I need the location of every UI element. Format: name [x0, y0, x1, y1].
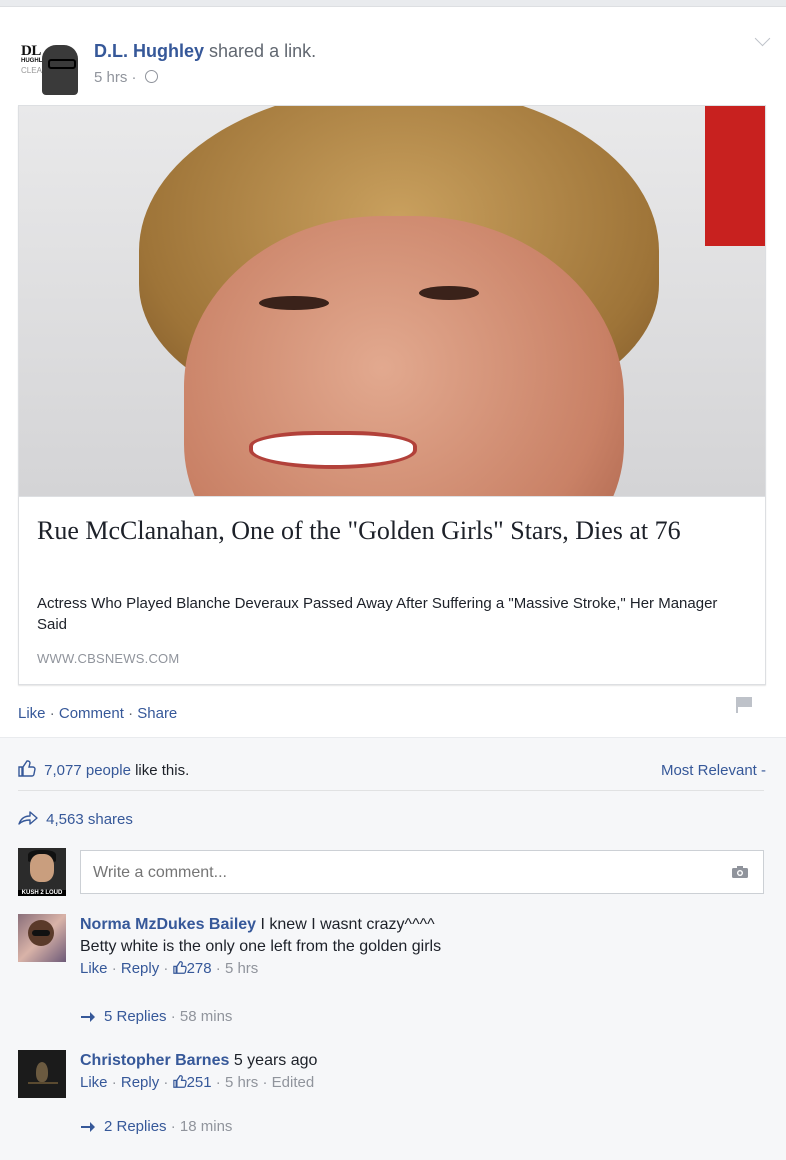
photo-smile	[249, 431, 417, 469]
commenter-owl	[36, 1062, 48, 1082]
avatar-photo	[42, 45, 78, 95]
thumbs-up-icon	[18, 760, 36, 777]
globe-icon[interactable]	[144, 70, 158, 83]
comment-meta: Like · Reply · 251 · 5 hrs · Edited	[80, 1074, 315, 1091]
time-separator: ·	[127, 69, 141, 86]
replies-sep: ·	[166, 1118, 180, 1135]
replies-time: 58 mins	[179, 1008, 233, 1025]
comment-body: Christopher Barnes 5 years ago Like · Re…	[80, 1050, 317, 1094]
sort-label: Most Relevant	[660, 762, 757, 779]
replies-count[interactable]: 2 Replies	[104, 1118, 167, 1135]
replies-toggle[interactable]: 2 Replies · 18 mins	[80, 1118, 232, 1135]
comment-like-count[interactable]: 251	[187, 1074, 212, 1091]
comment-like-link[interactable]: Like	[80, 1074, 108, 1091]
comment-composer[interactable]	[80, 850, 764, 895]
comment-body: Norma MzDukes Bailey I knew I wasnt craz…	[80, 914, 441, 980]
like-action[interactable]: Like	[18, 705, 46, 722]
flag-icon[interactable]	[736, 697, 752, 713]
link-domain: WWW.CBSNEWS.COM	[37, 651, 180, 666]
background-sign	[705, 106, 765, 246]
comment-sort-dropdown[interactable]: Most Relevant -	[661, 762, 766, 779]
comment-text-line1: 5 years ago	[229, 1052, 318, 1069]
share-arrow-icon	[18, 811, 38, 825]
reply-arrow-icon	[81, 1121, 95, 1132]
chevron-down-icon[interactable]	[754, 30, 771, 47]
comment-like-link[interactable]: Like	[80, 960, 108, 977]
comment-meta: Like · Reply · 278 · 5 hrs	[80, 960, 259, 977]
commenter-sunglasses	[32, 930, 50, 936]
avatar-glasses	[48, 59, 76, 69]
post-actions: Like · Comment · Share	[18, 705, 177, 722]
photo-eye-right	[419, 286, 479, 300]
thumbs-up-icon	[172, 961, 187, 974]
link-preview-image[interactable]	[19, 106, 765, 496]
replies-time: 18 mins	[179, 1118, 233, 1135]
viewer-avatar[interactable]: KUSH 2 LOUD	[18, 848, 66, 896]
post-timestamp[interactable]: 5 hrs	[94, 69, 127, 86]
comment-text-line1: I knew I wasnt crazy^^^^	[256, 916, 435, 933]
likes-count-link[interactable]: 7,077 people	[44, 762, 131, 779]
divider	[18, 790, 764, 791]
action-sep: ·	[45, 705, 59, 722]
comment-time[interactable]: 5 hrs	[225, 1074, 258, 1091]
comment-input[interactable]	[91, 851, 695, 895]
feed-story: DL HUGHLEY CLEAR D.L. Hughley shared a l…	[0, 6, 786, 1160]
commenter-avatar[interactable]	[18, 1050, 66, 1098]
author-name[interactable]: D.L. Hughley	[94, 41, 204, 61]
photo-eye-left	[259, 296, 329, 310]
comment-reply-link[interactable]: Reply	[121, 1074, 159, 1091]
comment-author[interactable]: Norma MzDukes Bailey	[80, 916, 256, 933]
replies-count[interactable]: 5 Replies	[104, 1008, 167, 1025]
author-line: D.L. Hughley shared a link.	[94, 41, 316, 62]
comment-like-count[interactable]: 278	[187, 960, 212, 977]
link-description: Actress Who Played Blanche Deveraux Pass…	[37, 595, 718, 633]
commenter-avatar[interactable]	[18, 914, 66, 962]
viewer-avatar-tag: KUSH 2 LOUD	[18, 890, 66, 896]
post-action: shared a link.	[209, 41, 317, 61]
flag-cloth	[738, 697, 752, 707]
sort-caret: -	[756, 762, 766, 779]
thumbs-up-icon	[172, 1075, 187, 1088]
link-preview-body[interactable]: Rue McClanahan, One of the "Golden Girls…	[19, 496, 765, 684]
link-title[interactable]: Rue McClanahan, One of the "Golden Girls…	[37, 515, 737, 547]
shares-summary[interactable]: 4,563 shares	[18, 810, 133, 828]
replies-toggle[interactable]: 5 Replies · 58 mins	[80, 1008, 232, 1025]
camera-icon[interactable]	[731, 865, 749, 879]
replies-sep: ·	[166, 1008, 180, 1025]
likes-suffix: like this.	[130, 762, 190, 779]
comment-reply-link[interactable]: Reply	[121, 960, 159, 977]
comment-action[interactable]: Comment	[59, 705, 124, 722]
comment-text-line2: Betty white is the only one left from th…	[80, 938, 442, 955]
link-preview-card[interactable]: Rue McClanahan, One of the "Golden Girls…	[18, 105, 766, 685]
viewer-face	[30, 854, 54, 882]
share-action[interactable]: Share	[137, 705, 177, 722]
comment-edited[interactable]: Edited	[272, 1074, 315, 1091]
comment-time[interactable]: 5 hrs	[225, 960, 258, 977]
likes-summary: 7,077 people like this.	[18, 760, 189, 779]
feedback-section: 7,077 people like this. Most Relevant - …	[0, 737, 786, 1160]
shares-count[interactable]: 4,563 shares	[46, 811, 133, 828]
comment-author[interactable]: Christopher Barnes	[80, 1052, 229, 1069]
commenter-branch	[28, 1082, 58, 1084]
action-sep: ·	[123, 705, 138, 722]
author-avatar[interactable]: DL HUGHLEY CLEAR	[18, 31, 82, 95]
post-time-line: 5 hrs ·	[94, 69, 158, 86]
reply-arrow-icon	[81, 1011, 95, 1022]
